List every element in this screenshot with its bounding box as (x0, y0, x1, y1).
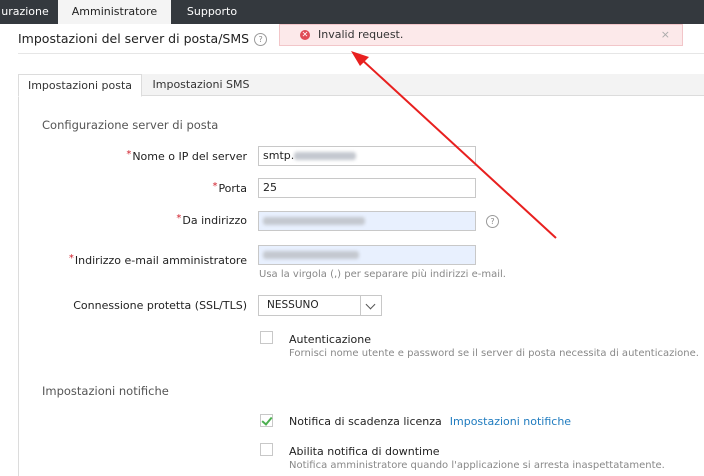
annotation-arrow (351, 51, 557, 239)
arrow-line (359, 57, 557, 239)
